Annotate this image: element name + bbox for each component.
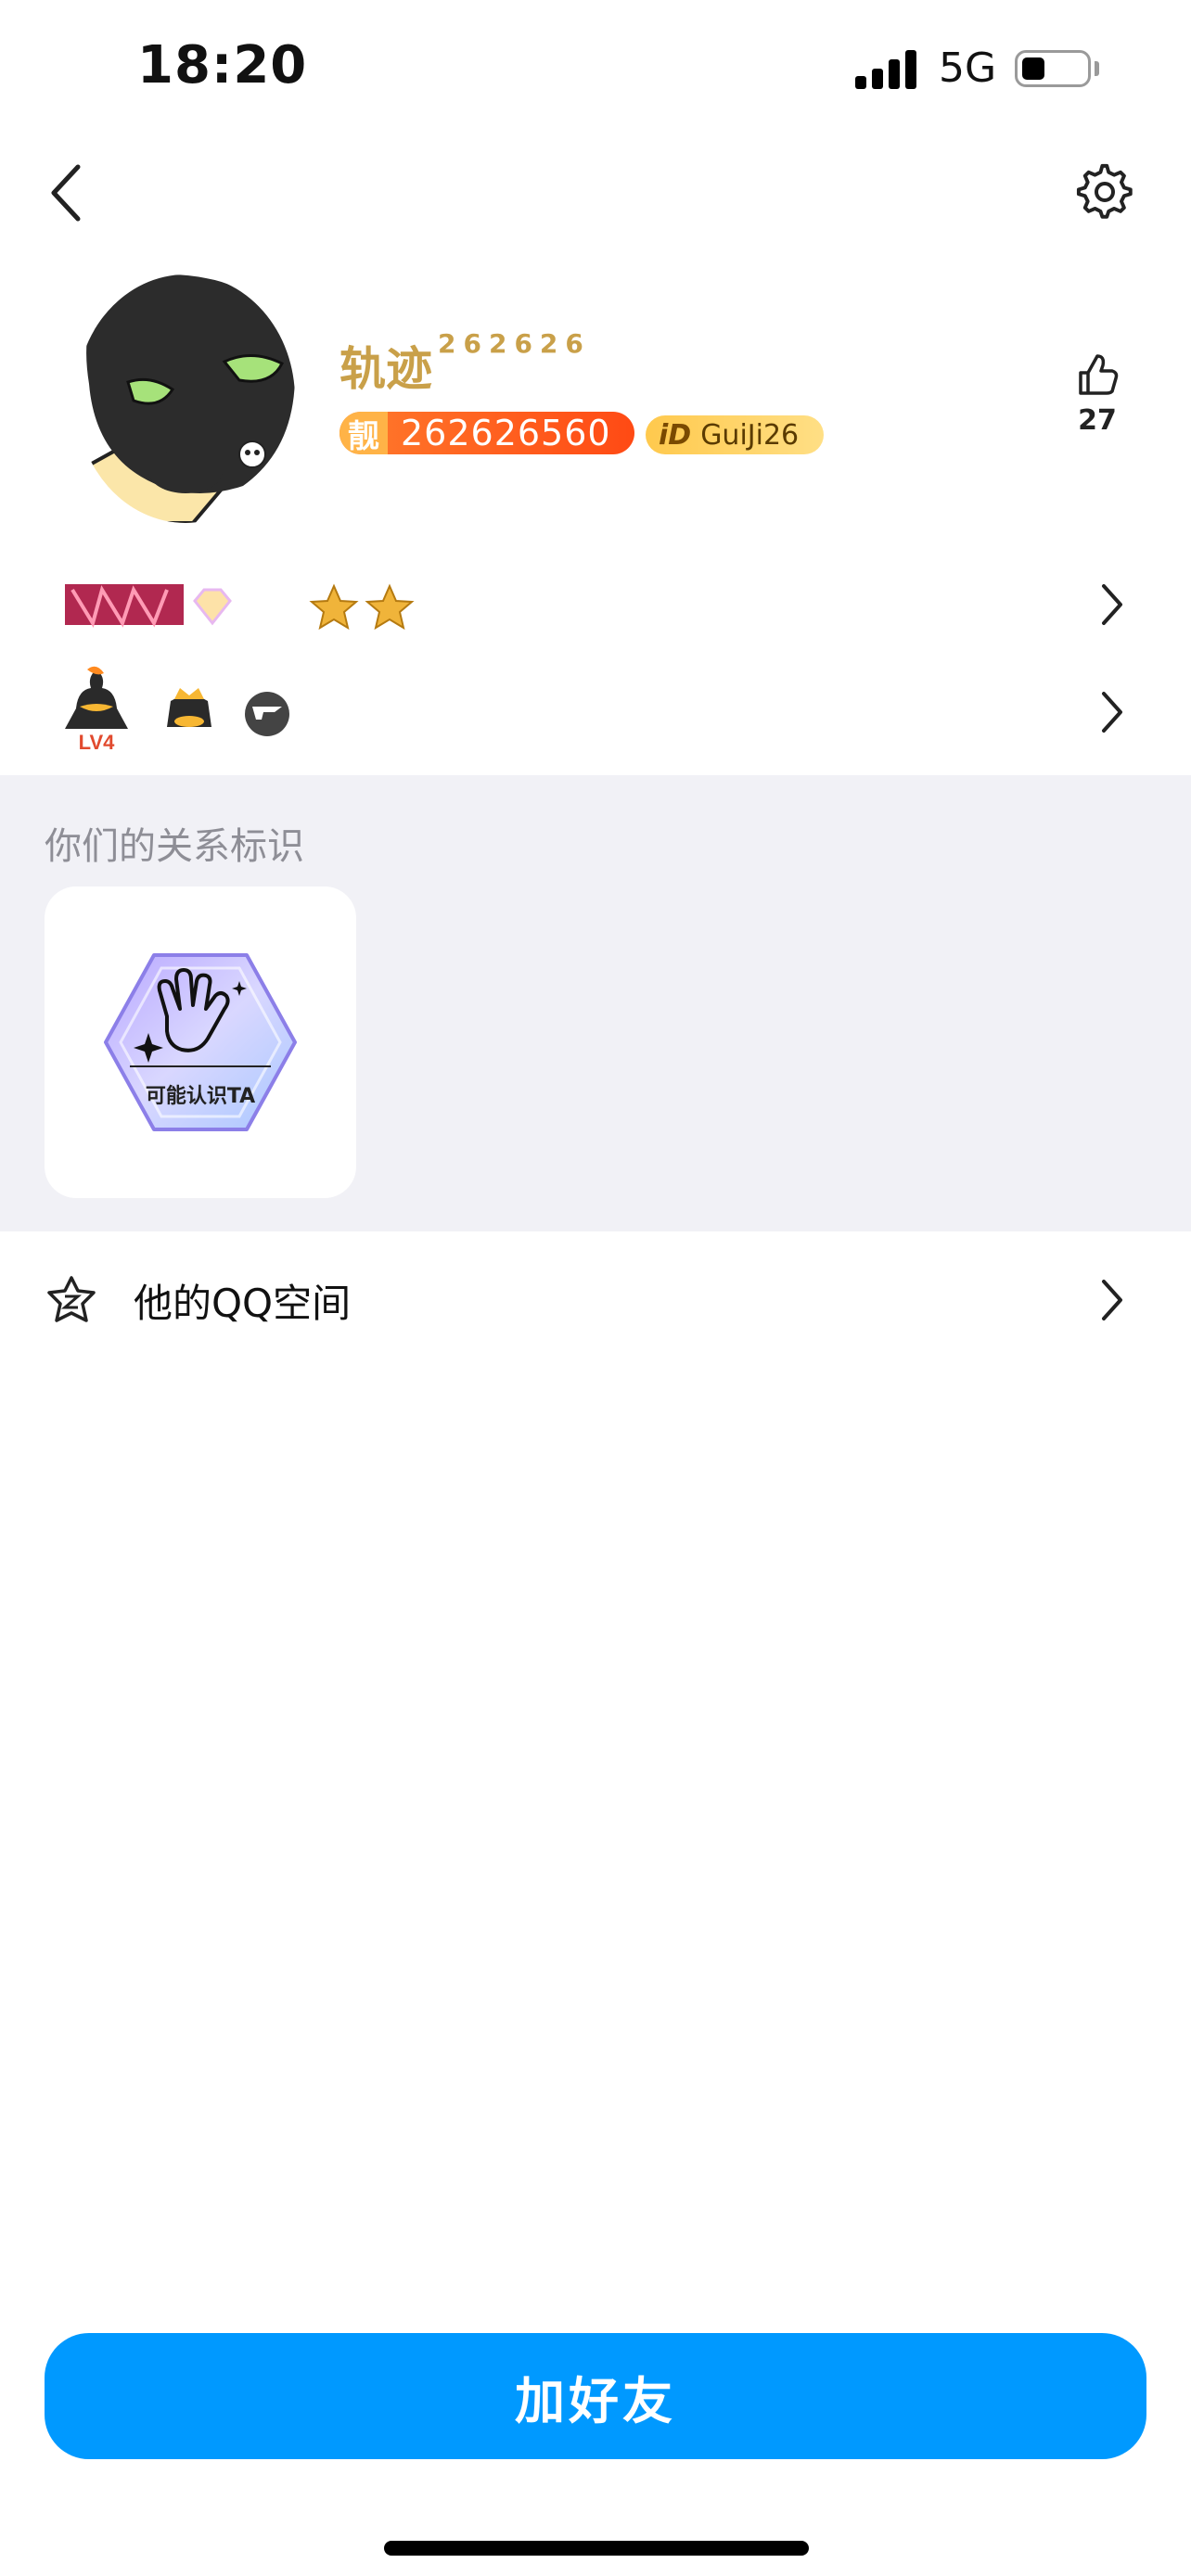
chevron-left-icon — [51, 164, 81, 222]
avatar[interactable] — [76, 273, 297, 523]
signal-icon — [855, 48, 918, 89]
qid-badge[interactable]: iD GuiJi26 — [646, 415, 824, 454]
diamond-icon — [193, 588, 232, 626]
moon-icon — [269, 588, 299, 626]
id-tag: iD — [659, 418, 692, 452]
add-friend-button[interactable]: 加好友 — [45, 2333, 1146, 2459]
back-button[interactable] — [41, 159, 96, 226]
chevron-right-icon — [1102, 1280, 1122, 1320]
network-label: 5G — [939, 45, 997, 92]
crown-penguin-icon — [167, 688, 211, 727]
pretty-number-tag: 靓 — [339, 412, 388, 455]
settings-button[interactable] — [1076, 163, 1133, 221]
nickname: 轨迹 — [339, 342, 432, 396]
level-label: LV4 — [79, 731, 115, 753]
star-icon — [365, 583, 415, 631]
battery-icon — [1015, 50, 1091, 87]
qq-number-badge[interactable]: 靓 262626560 — [339, 412, 634, 455]
status-time: 18:20 — [137, 35, 308, 96]
relationship-title: 你们的关系标识 — [45, 825, 304, 868]
qzone-star-icon — [47, 1276, 96, 1322]
star-icon — [309, 583, 359, 631]
relationship-card[interactable]: 可能认识TA — [45, 886, 356, 1198]
qzone-row[interactable]: 他的QQ空间 — [0, 1231, 1191, 1369]
battery-tip — [1095, 61, 1099, 76]
level-penguin-icon: LV4 — [65, 666, 128, 753]
honor-badges-row[interactable] — [0, 553, 1191, 655]
level-badges-row[interactable]: LV4 — [0, 660, 1191, 762]
relationship-label: 可能认识TA — [145, 1085, 256, 1108]
game-logo-icon — [245, 692, 289, 736]
qzone-label: 他的QQ空间 — [134, 1281, 352, 1326]
like-count: 27 — [1078, 404, 1117, 437]
qid-value: GuiJi26 — [700, 418, 800, 452]
home-indicator[interactable] — [384, 2541, 809, 2556]
chevron-right-icon — [1102, 584, 1122, 625]
nickname-suffix: 262626 — [438, 328, 591, 359]
wave-hand-icon — [104, 953, 297, 1131]
gear-icon — [1076, 163, 1133, 219]
relationship-section: 你们的关系标识 可能认识TA — [0, 775, 1191, 1231]
vip-banner-icon — [65, 584, 184, 628]
qq-number: 262626560 — [401, 413, 611, 453]
like-button[interactable]: 27 — [1056, 352, 1139, 454]
chevron-right-icon — [1102, 692, 1122, 733]
nickname-row: 轨迹 262626 — [339, 328, 591, 399]
thumbs-up-icon — [1079, 354, 1119, 395]
